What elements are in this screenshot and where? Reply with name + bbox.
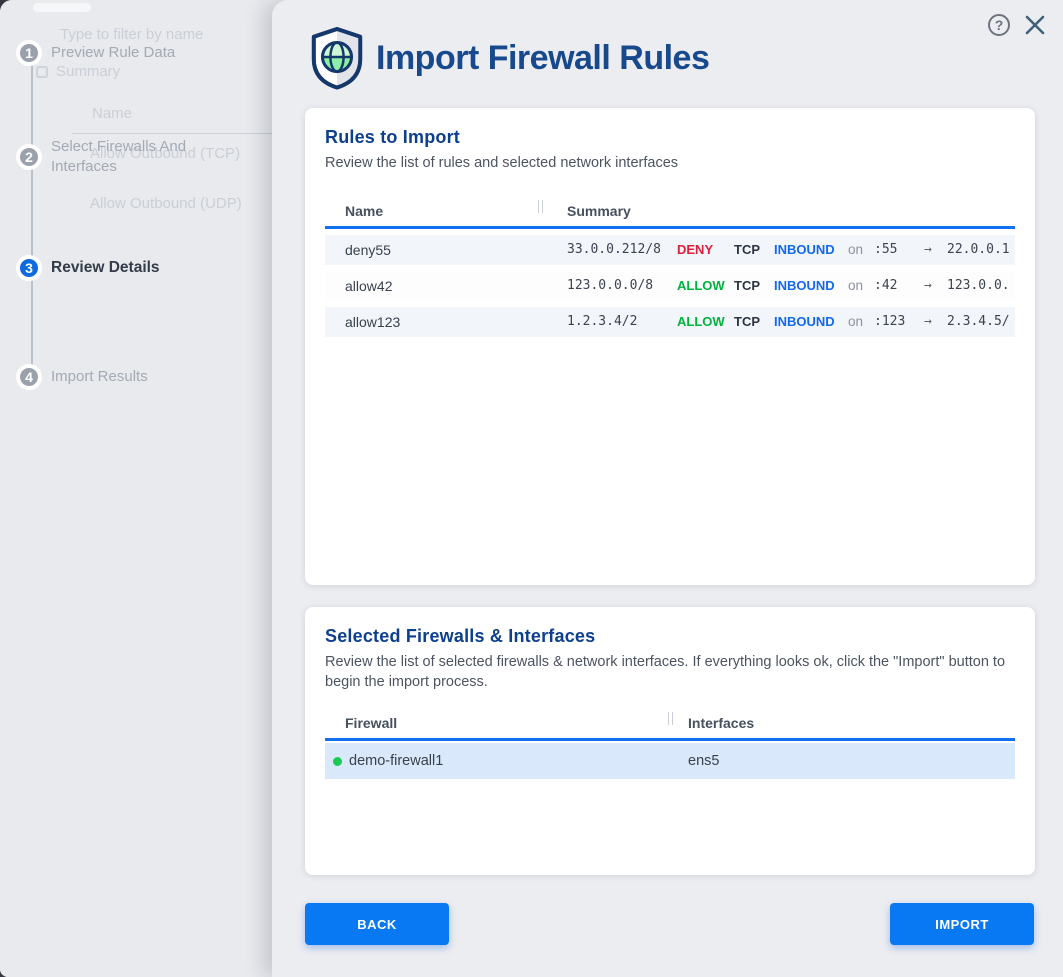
back-button[interactable]: BACK: [305, 903, 449, 945]
column-header-name: Name: [325, 203, 540, 219]
table-header-rule: [325, 738, 1015, 741]
rule-action-badge: ALLOW: [677, 314, 734, 329]
arrow-icon: →: [924, 242, 947, 257]
firewalls-table: Firewall Interfaces demo-firewall1 ens5: [325, 708, 1015, 779]
rule-source: 33.0.0.212/8: [567, 242, 677, 257]
rule-destination: 123.0.0.: [947, 278, 1010, 293]
firewall-name: demo-firewall1: [349, 753, 443, 769]
dialog-header: Import Firewall Rules: [308, 26, 709, 90]
rule-direction: INBOUND: [774, 278, 848, 293]
step-3-label: Review Details: [51, 258, 226, 279]
rule-name: allow42: [325, 278, 540, 294]
interfaces-cell: ens5: [668, 753, 719, 769]
column-header-firewall: Firewall: [325, 715, 668, 731]
rule-port: :123: [874, 314, 924, 329]
rule-summary: 33.0.0.212/8 DENY TCP INBOUND on :55 → 2…: [540, 242, 1015, 257]
firewall-row-demo-firewall1[interactable]: demo-firewall1 ens5: [325, 743, 1015, 779]
rule-summary: 1.2.3.4/2 ALLOW TCP INBOUND on :123 → 2.…: [540, 314, 1015, 329]
rules-table: Name Summary deny55 33.0.0.212/8 DENY TC…: [325, 196, 1015, 337]
rule-name: allow123: [325, 314, 540, 330]
rule-name: deny55: [325, 242, 540, 258]
rule-direction: INBOUND: [774, 314, 848, 329]
stepper-panel: Type to filter by name Summary Name Allo…: [0, 0, 272, 977]
firewalls-card-subtitle: Review the list of selected firewalls & …: [325, 653, 1015, 692]
rule-on-word: on: [848, 278, 874, 293]
column-resize-handle[interactable]: [668, 712, 673, 725]
rule-row-deny55[interactable]: deny55 33.0.0.212/8 DENY TCP INBOUND on …: [325, 235, 1015, 265]
rule-port: :42: [874, 278, 924, 293]
step-preview-rule-data[interactable]: 1 Preview Rule Data: [16, 40, 226, 66]
table-header-rule: [325, 226, 1015, 229]
rules-card-subtitle: Review the list of rules and selected ne…: [325, 154, 1015, 174]
step-1-label: Preview Rule Data: [51, 43, 226, 63]
step-4-label: Import Results: [51, 367, 226, 387]
rules-table-header: Name Summary: [325, 196, 1015, 226]
rule-destination: 2.3.4.5/: [947, 314, 1010, 329]
rule-protocol: TCP: [734, 278, 774, 293]
step-4-circle: 4: [16, 364, 42, 390]
arrow-icon: →: [924, 314, 947, 329]
step-review-details[interactable]: 3 Review Details: [16, 255, 226, 281]
firewalls-card-title: Selected Firewalls & Interfaces: [325, 626, 1015, 647]
column-header-interfaces: Interfaces: [668, 715, 754, 731]
online-status-dot: [333, 757, 342, 766]
rules-card-title: Rules to Import: [325, 127, 1015, 148]
firewalls-table-header: Firewall Interfaces: [325, 708, 1015, 738]
wizard-stepper: 1 Preview Rule Data 2 Select Firewalls A…: [0, 0, 272, 977]
rules-to-import-card: Rules to Import Review the list of rules…: [305, 108, 1035, 585]
dialog-title: Import Firewall Rules: [376, 39, 709, 78]
rule-on-word: on: [848, 242, 874, 257]
rule-destination: 22.0.0.1: [947, 242, 1010, 257]
rule-row-allow123[interactable]: allow123 1.2.3.4/2 ALLOW TCP INBOUND on …: [325, 307, 1015, 337]
shield-globe-icon: [308, 26, 366, 90]
rule-source: 1.2.3.4/2: [567, 314, 677, 329]
step-3-circle: 3: [16, 255, 42, 281]
step-2-circle: 2: [16, 144, 42, 170]
rule-row-allow42[interactable]: allow42 123.0.0.0/8 ALLOW TCP INBOUND on…: [325, 271, 1015, 301]
rule-on-word: on: [848, 314, 874, 329]
firewall-cell: demo-firewall1: [325, 753, 668, 769]
arrow-icon: →: [924, 278, 947, 293]
dialog-sheet: Import Firewall Rules ? Rules to Import …: [272, 0, 1063, 977]
close-icon[interactable]: [1023, 13, 1047, 37]
rule-port: :55: [874, 242, 924, 257]
import-firewall-rules-dialog: Type to filter by name Summary Name Allo…: [0, 0, 1063, 977]
rule-summary: 123.0.0.0/8 ALLOW TCP INBOUND on :42 → 1…: [540, 278, 1015, 293]
help-icon[interactable]: ?: [988, 14, 1010, 36]
column-resize-handle[interactable]: [538, 200, 543, 213]
step-1-circle: 1: [16, 40, 42, 66]
rule-protocol: TCP: [734, 314, 774, 329]
rule-protocol: TCP: [734, 242, 774, 257]
rule-action-badge: DENY: [677, 242, 734, 257]
step-2-label: Select Firewalls And Interfaces: [51, 137, 226, 178]
stepper-connector-line: [31, 57, 33, 381]
selected-firewalls-card: Selected Firewalls & Interfaces Review t…: [305, 607, 1035, 875]
import-button[interactable]: IMPORT: [890, 903, 1034, 945]
step-import-results[interactable]: 4 Import Results: [16, 364, 226, 390]
column-header-summary: Summary: [540, 203, 631, 219]
step-select-firewalls[interactable]: 2 Select Firewalls And Interfaces: [16, 137, 226, 178]
rule-action-badge: ALLOW: [677, 278, 734, 293]
rule-source: 123.0.0.0/8: [567, 278, 677, 293]
rule-direction: INBOUND: [774, 242, 848, 257]
